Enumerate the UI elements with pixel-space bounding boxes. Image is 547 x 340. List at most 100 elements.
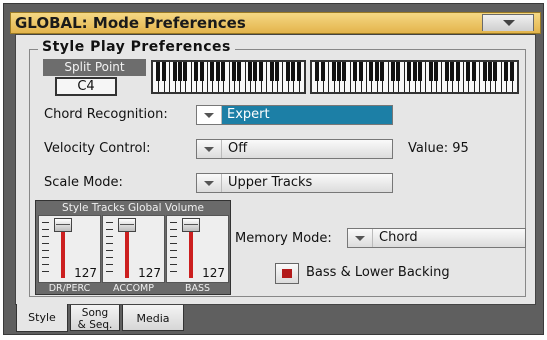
white-key-divider — [328, 62, 330, 92]
page-menu-button[interactable] — [482, 14, 534, 31]
display-screen: GLOBAL: Mode Preferences Style Play Pref… — [3, 3, 544, 335]
white-key-divider — [349, 62, 351, 92]
black-key — [296, 62, 301, 81]
black-key — [369, 62, 374, 81]
channel-strip-bass: 127 — [166, 215, 229, 283]
page-title: GLOBAL: Mode Preferences — [15, 14, 246, 32]
tab-label: Media — [136, 312, 170, 325]
black-key — [396, 62, 401, 81]
fader-scale — [170, 222, 177, 274]
scale-mode-dropdown[interactable]: Upper Tracks — [196, 173, 393, 193]
white-key-divider — [206, 62, 208, 92]
channel-strip-accomp: 127 — [102, 215, 165, 283]
velocity-control-dropdown[interactable]: Off — [196, 139, 393, 159]
black-key — [199, 62, 204, 81]
fader-knob[interactable] — [118, 218, 136, 232]
black-key — [258, 62, 263, 81]
white-key-divider — [190, 62, 192, 92]
white-key-divider — [441, 62, 443, 92]
black-key — [482, 62, 487, 81]
split-keyboard-lower[interactable] — [151, 60, 306, 94]
split-keyboard-upper[interactable] — [310, 60, 519, 94]
black-key — [215, 62, 220, 81]
channel-strip-drperc: 127 — [38, 215, 101, 283]
white-key-divider — [266, 62, 268, 92]
style-tracks-mixer: Style Tracks Global Volume 127 DR/PERC 1… — [35, 200, 231, 295]
tab-style[interactable]: Style — [16, 304, 68, 332]
bass-lower-backing-checkbox[interactable] — [275, 263, 299, 284]
white-key-divider — [479, 62, 481, 92]
black-key — [183, 62, 188, 81]
black-key — [331, 62, 336, 81]
white-key-divider — [403, 62, 405, 92]
white-key-divider — [244, 62, 246, 92]
bass-lower-backing-label: Bass & Lower Backing — [306, 265, 450, 280]
black-key — [172, 62, 177, 81]
scale-mode-label: Scale Mode: — [44, 175, 123, 190]
fader-scale — [42, 222, 49, 274]
black-key — [455, 62, 460, 81]
fader-scale — [106, 222, 113, 274]
white-key-divider — [463, 62, 465, 92]
white-key-divider — [500, 62, 502, 92]
white-key-divider — [425, 62, 427, 92]
fader-knob[interactable] — [182, 218, 200, 232]
black-key — [428, 62, 433, 81]
scale-mode-value: Upper Tracks — [228, 175, 313, 190]
black-key — [210, 62, 215, 81]
split-point-value[interactable]: C4 — [55, 77, 117, 96]
page-tabs: Style Song & Seq. Media — [15, 304, 536, 335]
black-key — [269, 62, 274, 81]
chord-recognition-dropdown[interactable]: Expert — [196, 105, 393, 125]
black-key — [237, 62, 242, 81]
velocity-control-label: Velocity Control: — [44, 141, 151, 156]
black-key — [221, 62, 226, 81]
black-key — [493, 62, 498, 81]
black-key — [285, 62, 290, 81]
black-key — [253, 62, 258, 81]
channel-volume: 127 — [138, 266, 161, 280]
black-key — [380, 62, 385, 81]
black-key — [320, 62, 325, 81]
black-key — [407, 62, 412, 81]
chevron-down-icon — [348, 229, 373, 247]
tab-label: Style — [28, 311, 56, 324]
black-key — [434, 62, 439, 81]
white-key-divider — [282, 62, 284, 92]
tab-label: Song — [81, 307, 109, 319]
black-key — [417, 62, 422, 81]
channel-volume: 127 — [74, 266, 97, 280]
chevron-down-icon — [197, 106, 222, 124]
white-key-divider — [387, 62, 389, 92]
black-key — [177, 62, 182, 81]
black-key — [161, 62, 166, 81]
chevron-down-icon — [503, 20, 515, 26]
memory-mode-dropdown[interactable]: Chord — [347, 228, 526, 248]
mixer-title: Style Tracks Global Volume — [62, 202, 204, 214]
white-key-divider — [228, 62, 230, 92]
memory-mode-label: Memory Mode: — [235, 231, 332, 246]
velocity-control-value: Off — [228, 141, 248, 156]
tab-label-line2: & Seq. — [77, 319, 113, 331]
black-key — [390, 62, 395, 81]
chord-recognition-value: Expert — [222, 106, 392, 124]
tab-song-seq[interactable]: Song & Seq. — [70, 305, 120, 331]
black-key — [466, 62, 471, 81]
black-key — [291, 62, 296, 81]
black-key — [488, 62, 493, 81]
tab-media[interactable]: Media — [122, 305, 184, 331]
channel-label: DR/PERC — [48, 283, 91, 294]
black-key — [353, 62, 358, 81]
black-key — [450, 62, 455, 81]
black-key — [156, 62, 161, 81]
black-key — [504, 62, 509, 81]
chevron-down-icon — [197, 174, 222, 192]
black-key — [315, 62, 320, 81]
white-key-divider — [365, 62, 367, 92]
fader-knob[interactable] — [54, 218, 72, 232]
black-key — [444, 62, 449, 81]
group-title: Style Play Preferences — [38, 39, 235, 55]
checkbox-mark — [282, 269, 292, 278]
velocity-value-readout: Value: 95 — [408, 141, 469, 156]
black-key — [342, 62, 347, 81]
